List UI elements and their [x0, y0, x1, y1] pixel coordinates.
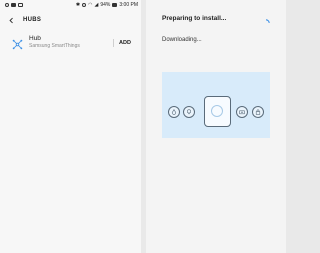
loading-spinner-icon	[262, 14, 270, 24]
wifi-icon: ◠	[88, 2, 93, 8]
status-bar: ✱ ◠ ◢ 94% 3:00 PM	[0, 0, 141, 10]
app-bar: HUBS	[0, 12, 141, 28]
cast-icon	[18, 3, 23, 7]
battery-percent: 94%	[100, 2, 111, 8]
sensor-bulb-icon	[183, 106, 195, 118]
hub-list-item[interactable]: Hub Samsung SmartThings ADD	[0, 33, 141, 53]
mute-icon	[82, 3, 87, 7]
notification-icon	[5, 3, 9, 7]
divider	[113, 39, 114, 47]
system-icons: ✱ ◠ ◢ 94% 3:00 PM	[76, 2, 138, 8]
hub-ring	[211, 105, 223, 117]
back-arrow-icon[interactable]	[8, 16, 16, 24]
add-hub-button[interactable]: ADD	[117, 38, 133, 48]
signal-icon: ◢	[94, 2, 99, 8]
hub-info: Hub Samsung SmartThings	[29, 35, 80, 50]
download-status: Downloading...	[162, 37, 202, 43]
hub-network-icon	[12, 37, 23, 50]
sensor-drop-icon	[168, 106, 180, 118]
battery-icon	[112, 3, 118, 7]
hubs-screen: ✱ ◠ ◢ 94% 3:00 PM HUBS Hub Samsung Smart…	[0, 0, 141, 253]
image-icon	[11, 3, 16, 7]
hub-subtitle: Samsung SmartThings	[29, 43, 80, 49]
bluetooth-icon: ✱	[75, 2, 81, 8]
sensor-camera-icon	[236, 106, 248, 118]
hub-device-icon	[204, 96, 231, 127]
hub-illustration	[162, 72, 270, 138]
hub-name: Hub	[29, 35, 41, 42]
install-screen: Preparing to install... Downloading...	[146, 0, 286, 253]
clock: 3:00 PM	[119, 2, 138, 8]
notification-icons	[5, 3, 23, 7]
page-title: HUBS	[23, 17, 42, 23]
sensor-lock-icon	[252, 106, 264, 118]
install-title: Preparing to install...	[162, 15, 227, 22]
